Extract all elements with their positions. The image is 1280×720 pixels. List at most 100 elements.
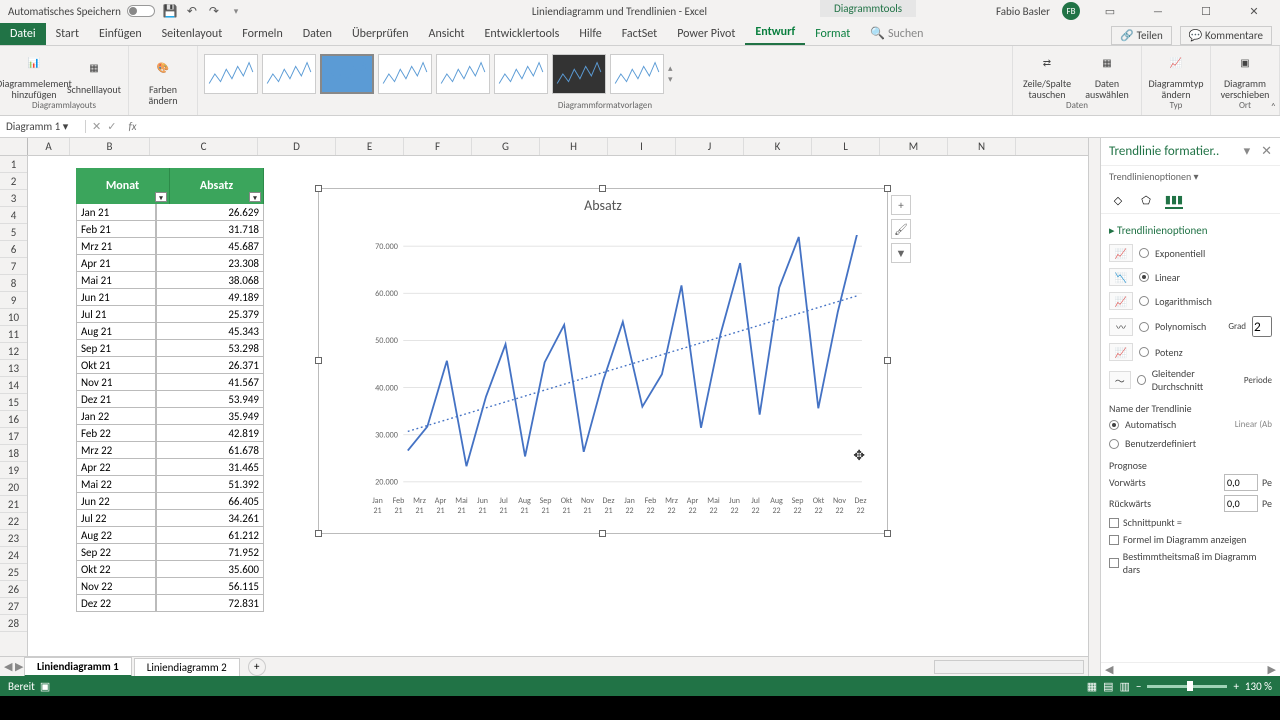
resize-handle[interactable]	[884, 530, 891, 537]
table-row[interactable]: Aug 2145.343	[76, 323, 264, 340]
forecast-backward-input[interactable]	[1224, 495, 1258, 512]
resize-handle[interactable]	[315, 185, 322, 192]
options-icon[interactable]: ▮▮▮	[1165, 191, 1183, 209]
resize-handle[interactable]	[884, 357, 891, 364]
table-row[interactable]: Apr 2123.308	[76, 255, 264, 272]
row-header[interactable]: 20	[0, 479, 27, 496]
fx-icon[interactable]: fx	[122, 120, 142, 133]
row-header[interactable]: 2	[0, 173, 27, 190]
add-sheet-button[interactable]: +	[248, 658, 266, 676]
save-icon[interactable]: 💾	[163, 4, 177, 18]
tab-help[interactable]: Hilfe	[569, 23, 611, 45]
undo-icon[interactable]: ↶	[185, 4, 199, 18]
row-header[interactable]: 6	[0, 241, 27, 258]
redo-icon[interactable]: ↷	[207, 4, 221, 18]
enter-formula-icon[interactable]: ✓	[107, 120, 116, 133]
show-equation-checkbox[interactable]: Formel im Diagramm anzeigen	[1109, 531, 1272, 548]
column-header[interactable]: I	[608, 138, 676, 155]
tab-file[interactable]: Datei	[0, 23, 46, 45]
chart-style-option[interactable]	[262, 54, 316, 94]
column-header[interactable]: N	[948, 138, 1016, 155]
row-headers[interactable]: 1234567891011121314151617181920212223242…	[0, 156, 28, 656]
column-header[interactable]: D	[258, 138, 336, 155]
show-r2-checkbox[interactable]: Bestimmtheitsmaß im Diagramm dars	[1109, 548, 1272, 578]
trend-linear[interactable]: 📉Linear	[1109, 265, 1272, 289]
sheet-tab-2[interactable]: Liniendiagramm 2	[134, 658, 240, 676]
chart-style-option[interactable]	[204, 54, 258, 94]
chart-filters-button[interactable]: ▼	[891, 243, 911, 263]
table-row[interactable]: Dez 2272.831	[76, 595, 264, 612]
table-row[interactable]: Dez 2153.949	[76, 391, 264, 408]
vertical-scrollbar[interactable]	[1088, 138, 1100, 676]
row-header[interactable]: 18	[0, 445, 27, 462]
trend-moving-avg[interactable]: 〜Gleitender DurchschnittPeriode	[1109, 364, 1272, 396]
column-header[interactable]: L	[812, 138, 880, 155]
table-header-month[interactable]: Monat▾	[76, 168, 170, 204]
zoom-slider[interactable]	[1147, 685, 1227, 688]
table-row[interactable]: Jan 2235.949	[76, 408, 264, 425]
column-header[interactable]: B	[70, 138, 150, 155]
tab-view[interactable]: Ansicht	[419, 23, 475, 45]
table-row[interactable]: Jul 2234.261	[76, 510, 264, 527]
table-row[interactable]: Sep 2271.952	[76, 544, 264, 561]
tab-design[interactable]: Entwurf	[745, 21, 805, 45]
pane-scrollbar[interactable]: ◀▶	[1101, 662, 1280, 676]
trend-logarithmic[interactable]: 📈Logarithmisch	[1109, 289, 1272, 313]
row-header[interactable]: 9	[0, 292, 27, 309]
table-row[interactable]: Nov 2141.567	[76, 374, 264, 391]
chart-style-option[interactable]	[552, 54, 606, 94]
select-data-button[interactable]: ▦ Daten auswählen	[1079, 48, 1135, 100]
table-row[interactable]: Jan 2126.629	[76, 204, 264, 221]
table-row[interactable]: Okt 2126.371	[76, 357, 264, 374]
table-row[interactable]: Mai 2138.068	[76, 272, 264, 289]
share-button[interactable]: 🔗 Teilen	[1111, 26, 1171, 45]
column-header[interactable]: J	[676, 138, 744, 155]
search-box[interactable]: 🔍 Suchen	[860, 22, 933, 45]
tab-format[interactable]: Format	[805, 23, 860, 45]
column-header[interactable]: F	[404, 138, 472, 155]
tab-developer[interactable]: Entwicklertools	[475, 23, 570, 45]
customize-qat-icon[interactable]: ▾	[229, 4, 243, 18]
row-header[interactable]: 13	[0, 360, 27, 377]
add-chart-element-button[interactable]: 📊 Diagrammelement hinzufügen	[6, 48, 62, 100]
sheet-tab-1[interactable]: Liniendiagramm 1	[24, 657, 132, 677]
table-header-absatz[interactable]: Absatz▾	[170, 168, 264, 204]
name-custom[interactable]: Benutzerdefiniert	[1109, 434, 1272, 453]
row-header[interactable]: 22	[0, 513, 27, 530]
filter-icon[interactable]: ▾	[155, 192, 167, 202]
fill-line-icon[interactable]: ◇	[1109, 191, 1127, 209]
view-break-icon[interactable]: ▥	[1120, 680, 1130, 693]
trend-power[interactable]: 📈Potenz	[1109, 340, 1272, 364]
autosave-toggle[interactable]: Automatisches Speichern	[8, 5, 155, 18]
trendline-options-header[interactable]: ▸ Trendlinienoptionen	[1109, 220, 1272, 241]
table-row[interactable]: Jul 2125.379	[76, 306, 264, 323]
table-row[interactable]: Feb 2242.819	[76, 425, 264, 442]
tab-pagelayout[interactable]: Seitenlayout	[152, 23, 233, 45]
zoom-in-icon[interactable]: +	[1233, 680, 1238, 693]
column-header[interactable]: E	[336, 138, 404, 155]
tab-insert[interactable]: Einfügen	[89, 23, 152, 45]
tab-factset[interactable]: FactSet	[612, 23, 667, 45]
view-normal-icon[interactable]: ▦	[1087, 680, 1097, 693]
resize-handle[interactable]	[599, 530, 606, 537]
forecast-forward-input[interactable]	[1224, 474, 1258, 491]
row-header[interactable]: 19	[0, 462, 27, 479]
row-header[interactable]: 25	[0, 564, 27, 581]
chart-style-option[interactable]	[610, 54, 664, 94]
pane-subtitle[interactable]: Trendlinienoptionen ▾	[1101, 166, 1280, 187]
switch-row-col-button[interactable]: ⇄ Zeile/Spalte tauschen	[1019, 48, 1075, 100]
tab-formulas[interactable]: Formeln	[232, 23, 292, 45]
collapse-ribbon-icon[interactable]: ˄	[1271, 100, 1276, 113]
row-header[interactable]: 28	[0, 615, 27, 632]
row-header[interactable]: 1	[0, 156, 27, 173]
move-chart-button[interactable]: ▣ Diagramm verschieben	[1217, 48, 1273, 100]
resize-handle[interactable]	[315, 530, 322, 537]
row-header[interactable]: 21	[0, 496, 27, 513]
view-page-icon[interactable]: ▤	[1103, 680, 1113, 693]
row-header[interactable]: 7	[0, 258, 27, 275]
row-header[interactable]: 3	[0, 190, 27, 207]
chart-style-option[interactable]	[494, 54, 548, 94]
row-header[interactable]: 17	[0, 428, 27, 445]
table-row[interactable]: Aug 2261.212	[76, 527, 264, 544]
user-name[interactable]: Fabio Basler	[996, 5, 1050, 18]
